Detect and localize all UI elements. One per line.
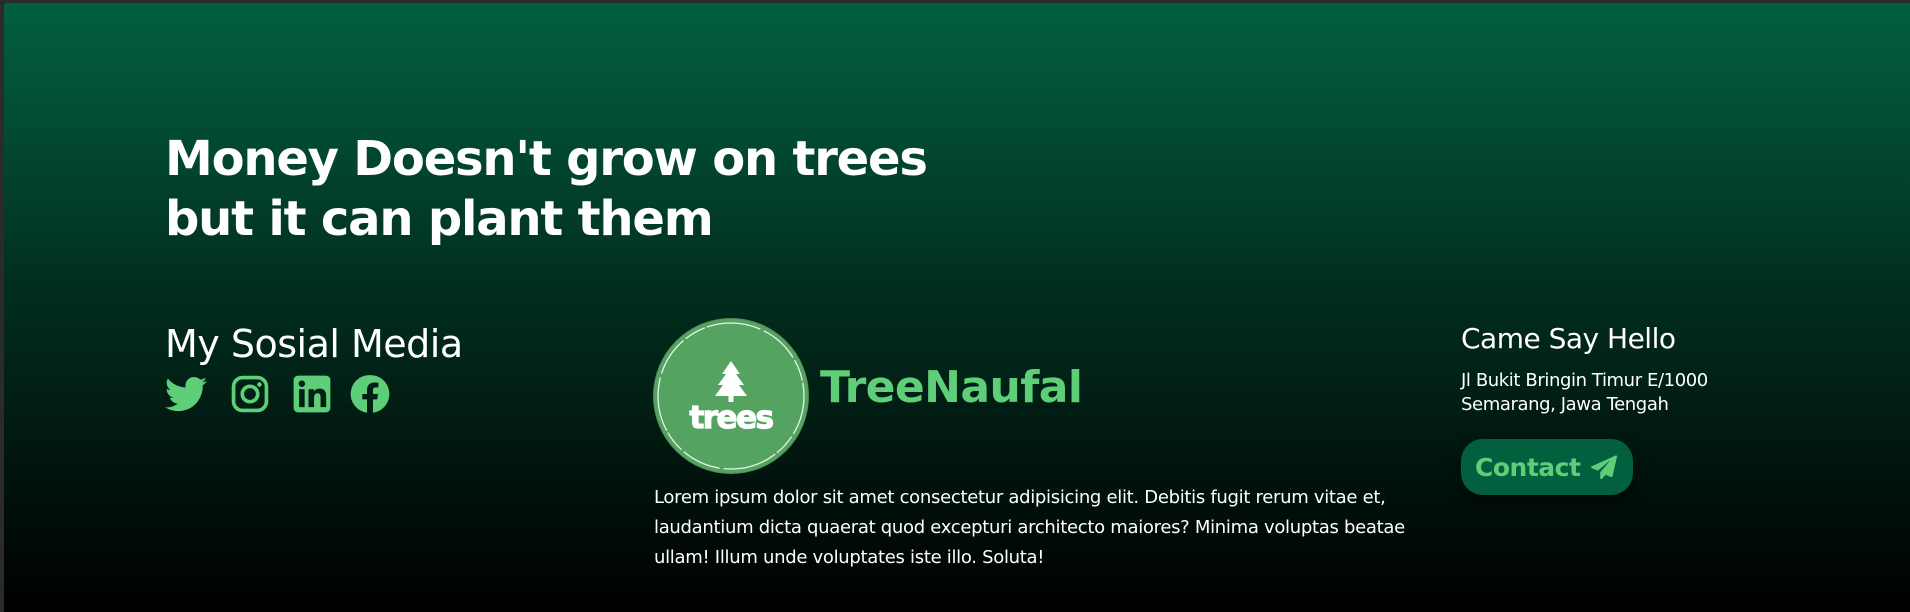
address-line2: Semarang, Jawa Tengah (1461, 394, 1669, 415)
site-footer: Money Doesn't grow on trees but it can p… (4, 3, 1910, 612)
paper-plane-icon (1590, 454, 1618, 481)
logo-text: trees (689, 400, 772, 436)
hero-headline-line2: but it can plant them (165, 191, 714, 247)
linkedin-icon[interactable] (291, 373, 333, 415)
hero-headline: Money Doesn't grow on trees but it can p… (165, 129, 928, 249)
contact-title: Came Say Hello (1461, 322, 1676, 355)
hero-headline-line1: Money Doesn't grow on trees (165, 131, 928, 187)
social-media-title: My Sosial Media (165, 322, 463, 366)
instagram-icon[interactable] (229, 373, 271, 415)
contact-button[interactable]: Contact (1461, 439, 1633, 495)
pine-tree-icon (715, 361, 747, 402)
contact-button-label: Contact (1475, 452, 1581, 482)
brand-logo: trees (654, 319, 808, 473)
twitter-icon[interactable] (165, 373, 207, 415)
facebook-icon[interactable] (349, 373, 391, 415)
brand-name: TreeNaufal (820, 362, 1083, 413)
social-icons (165, 372, 391, 416)
contact-address: Jl Bukit Bringin Timur E/1000 Semarang, … (1461, 369, 1708, 417)
brand-description: Lorem ipsum dolor sit amet consectetur a… (654, 487, 1405, 568)
address-line1: Jl Bukit Bringin Timur E/1000 (1461, 370, 1708, 391)
